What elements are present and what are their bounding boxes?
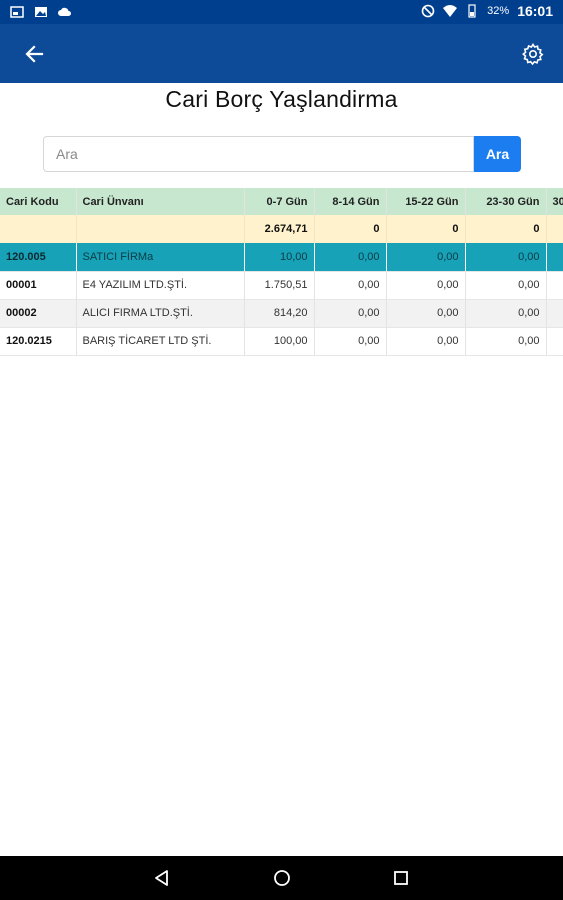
cell-23-30: 0,00 bbox=[465, 271, 547, 300]
search-input[interactable] bbox=[43, 136, 474, 172]
nav-back-button[interactable] bbox=[150, 866, 174, 890]
cell-30-plus bbox=[546, 271, 563, 300]
image-icon bbox=[35, 7, 47, 17]
totals-row: 2.674,71 0 0 0 bbox=[0, 215, 563, 243]
cell-15-22: 0,00 bbox=[386, 299, 466, 328]
wifi-icon bbox=[443, 5, 458, 17]
cell-name: BARIŞ TİCARET LTD ŞTİ. bbox=[76, 327, 245, 356]
column-header-30-plus[interactable]: 30 bbox=[546, 188, 563, 215]
table-header-row: Cari Kodu Cari Ünvanı 0-7 Gün 8-14 Gün 1… bbox=[0, 188, 563, 215]
table-row[interactable]: 00001 E4 YAZILIM LTD.ŞTİ. 1.750,51 0,00 … bbox=[0, 271, 563, 300]
column-header-name[interactable]: Cari Ünvanı bbox=[76, 188, 245, 215]
cell-8-14: 0,00 bbox=[314, 243, 387, 272]
nav-recents-button[interactable] bbox=[389, 866, 413, 890]
circle-home-icon bbox=[274, 870, 290, 886]
battery-percent: 32% bbox=[487, 5, 510, 17]
cell-code: 00001 bbox=[0, 271, 77, 300]
gear-icon bbox=[522, 43, 544, 66]
arrow-left-icon bbox=[25, 45, 44, 63]
totals-cell: 0 bbox=[314, 215, 387, 243]
do-not-disturb-icon bbox=[421, 4, 435, 18]
cell-8-14: 0,00 bbox=[314, 299, 387, 328]
column-header-23-30[interactable]: 23-30 Gün bbox=[465, 188, 547, 215]
cloud-icon bbox=[58, 7, 71, 16]
totals-cell bbox=[546, 215, 563, 243]
page-title: Cari Borç Yaşlandirma bbox=[165, 86, 398, 112]
cell-0-7: 1.750,51 bbox=[244, 271, 315, 300]
table-row[interactable]: 00002 ALICI FIRMA LTD.ŞTİ. 814,20 0,00 0… bbox=[0, 299, 563, 328]
cell-code: 00002 bbox=[0, 299, 77, 328]
cell-15-22: 0,00 bbox=[386, 327, 466, 356]
column-header-0-7[interactable]: 0-7 Gün bbox=[244, 188, 315, 215]
triangle-back-icon bbox=[155, 870, 168, 886]
totals-cell: 2.674,71 bbox=[244, 215, 315, 243]
app-bar bbox=[0, 24, 563, 83]
square-recents-icon bbox=[394, 871, 408, 885]
cell-23-30: 0,00 bbox=[465, 299, 547, 328]
aging-table-container[interactable]: Cari Kodu Cari Ünvanı 0-7 Gün 8-14 Gün 1… bbox=[0, 188, 563, 356]
cell-30-plus bbox=[546, 299, 563, 328]
table-row[interactable]: 120.005 SATICI FİRMa 10,00 0,00 0,00 0,0… bbox=[0, 243, 563, 272]
cell-name: SATICI FİRMa bbox=[76, 243, 245, 272]
battery-icon bbox=[468, 4, 476, 18]
column-header-8-14[interactable]: 8-14 Gün bbox=[314, 188, 387, 215]
totals-cell: 0 bbox=[465, 215, 547, 243]
cell-15-22: 0,00 bbox=[386, 243, 466, 272]
totals-cell bbox=[76, 215, 245, 243]
settings-button[interactable] bbox=[519, 40, 547, 68]
totals-cell bbox=[0, 215, 77, 243]
cell-0-7: 10,00 bbox=[244, 243, 315, 272]
back-button[interactable] bbox=[20, 40, 48, 68]
cell-8-14: 0,00 bbox=[314, 327, 387, 356]
cell-name: E4 YAZILIM LTD.ŞTİ. bbox=[76, 271, 245, 300]
cell-23-30: 0,00 bbox=[465, 327, 547, 356]
cell-0-7: 100,00 bbox=[244, 327, 315, 356]
cell-30-plus bbox=[546, 243, 563, 272]
cell-0-7: 814,20 bbox=[244, 299, 315, 328]
system-indicators: 32% 16:01 bbox=[421, 3, 553, 19]
totals-cell: 0 bbox=[386, 215, 466, 243]
cell-8-14: 0,00 bbox=[314, 271, 387, 300]
status-bar: 32% 16:01 bbox=[0, 0, 563, 24]
column-header-code[interactable]: Cari Kodu bbox=[0, 188, 77, 215]
table-row[interactable]: 120.0215 BARIŞ TİCARET LTD ŞTİ. 100,00 0… bbox=[0, 327, 563, 356]
cell-name: ALICI FIRMA LTD.ŞTİ. bbox=[76, 299, 245, 328]
nav-home-button[interactable] bbox=[270, 866, 294, 890]
cell-30-plus bbox=[546, 327, 563, 356]
cell-15-22: 0,00 bbox=[386, 271, 466, 300]
screenshot-icon bbox=[10, 6, 24, 18]
search-button[interactable]: Ara bbox=[474, 136, 521, 172]
notification-icons bbox=[10, 5, 72, 19]
cell-code: 120.0215 bbox=[0, 327, 77, 356]
cell-code: 120.005 bbox=[0, 243, 77, 272]
cell-23-30: 0,00 bbox=[465, 243, 547, 272]
aging-table: Cari Kodu Cari Ünvanı 0-7 Gün 8-14 Gün 1… bbox=[0, 188, 563, 356]
clock: 16:01 bbox=[517, 3, 553, 19]
system-navigation-bar bbox=[0, 856, 563, 900]
column-header-15-22[interactable]: 15-22 Gün bbox=[386, 188, 466, 215]
